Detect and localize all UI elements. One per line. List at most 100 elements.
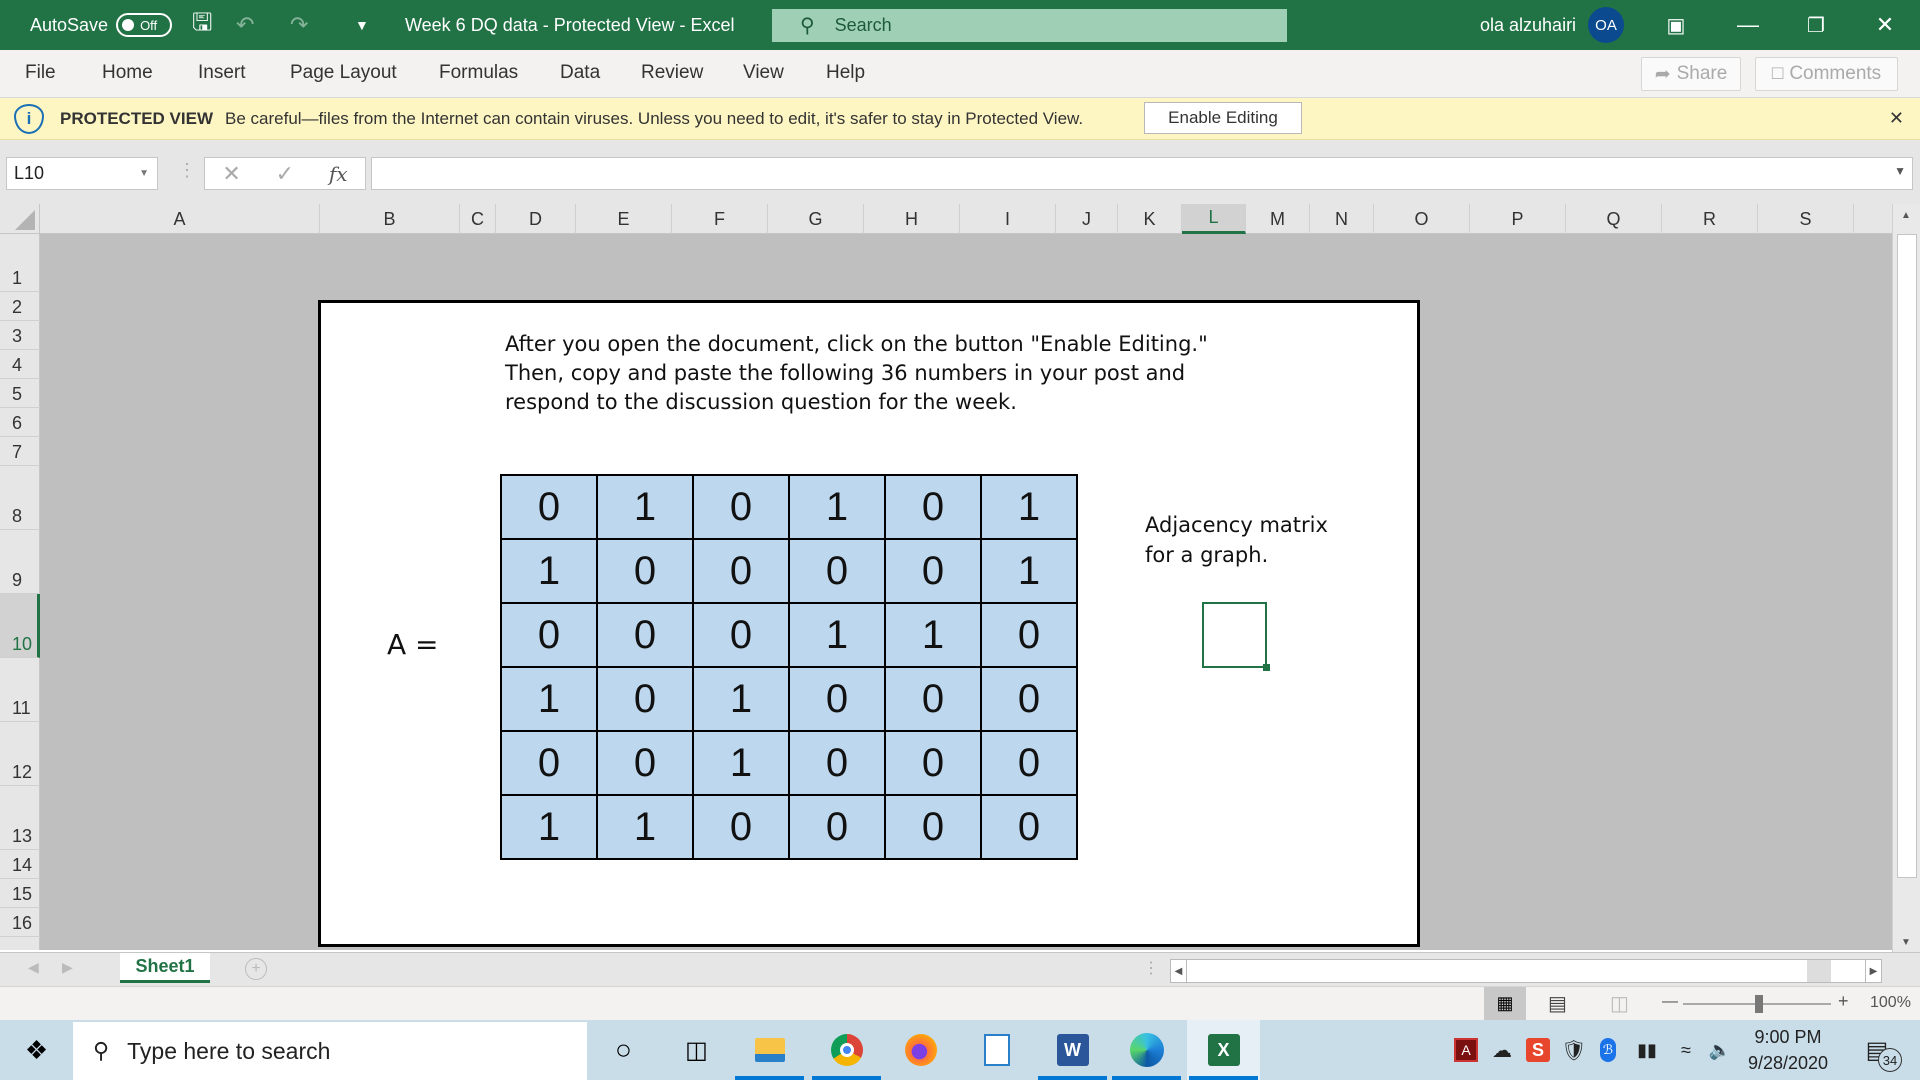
matrix-cell[interactable]: 0 <box>692 602 790 668</box>
row-header-1[interactable]: 1 <box>0 263 40 292</box>
column-header-b[interactable]: B <box>320 204 460 234</box>
edge-icon[interactable] <box>1110 1020 1183 1080</box>
matrix-cell[interactable]: 1 <box>884 602 982 668</box>
insert-function-icon[interactable]: fx <box>329 162 348 186</box>
matrix-cell[interactable]: 0 <box>980 730 1078 796</box>
matrix-cell[interactable]: 0 <box>596 666 694 732</box>
zoom-level[interactable]: 100% <box>1870 994 1911 1012</box>
taskbar-search[interactable]: ⚲ Type here to search <box>73 1022 587 1080</box>
matrix-cell[interactable]: 0 <box>692 474 790 540</box>
row-header-6[interactable]: 6 <box>0 408 40 437</box>
redo-icon[interactable]: ↷ <box>290 0 308 50</box>
column-header-m[interactable]: M <box>1246 204 1310 234</box>
column-header-h[interactable]: H <box>864 204 960 234</box>
snagit-icon[interactable]: S <box>1526 1038 1550 1062</box>
restore-icon[interactable]: ❐ <box>1786 0 1846 50</box>
tab-page-layout[interactable]: Page Layout <box>290 62 397 84</box>
column-header-s[interactable]: S <box>1758 204 1854 234</box>
column-header-g[interactable]: G <box>768 204 864 234</box>
firefox-icon[interactable] <box>884 1020 957 1080</box>
page-layout-view-icon[interactable]: ▤ <box>1548 991 1567 1016</box>
row-header-16[interactable]: 16 <box>0 908 40 937</box>
scroll-left-icon[interactable]: ◀ <box>1171 960 1187 982</box>
comments-button[interactable]: □ Comments <box>1755 57 1898 91</box>
column-header-j[interactable]: J <box>1056 204 1118 234</box>
matrix-cell[interactable]: 1 <box>596 474 694 540</box>
matrix-cell[interactable]: 0 <box>788 538 886 604</box>
tab-review[interactable]: Review <box>641 62 703 84</box>
row-header-11[interactable]: 11 <box>0 658 40 722</box>
column-header-p[interactable]: P <box>1470 204 1566 234</box>
row-header-7[interactable]: 7 <box>0 437 40 466</box>
matrix-cell[interactable]: 0 <box>692 794 790 860</box>
undo-icon[interactable]: ↶ <box>236 0 254 50</box>
enter-icon[interactable]: ✓ <box>276 161 294 187</box>
matrix-cell[interactable]: 0 <box>596 538 694 604</box>
zoom-slider[interactable] <box>1683 995 1831 1013</box>
tab-insert[interactable]: Insert <box>198 62 246 84</box>
add-sheet-icon[interactable]: + <box>245 958 267 980</box>
matrix-cell[interactable]: 0 <box>884 730 982 796</box>
zoom-out-icon[interactable]: — <box>1662 993 1678 1011</box>
matrix-cell[interactable]: 0 <box>980 602 1078 668</box>
column-header-k[interactable]: K <box>1118 204 1182 234</box>
scroll-down-icon[interactable]: ▼ <box>1901 937 1911 948</box>
matrix-cell[interactable]: 0 <box>884 666 982 732</box>
column-header-r[interactable]: R <box>1662 204 1758 234</box>
column-header-a[interactable]: A <box>40 204 320 234</box>
horizontal-scroll-track[interactable] <box>1807 960 1831 982</box>
row-header-8[interactable]: 8 <box>0 466 40 530</box>
close-bar-icon[interactable]: ✕ <box>1889 108 1904 129</box>
matrix-cell[interactable]: 1 <box>980 474 1078 540</box>
notepad-icon[interactable] <box>960 1020 1033 1080</box>
chrome-icon[interactable] <box>810 1020 883 1080</box>
column-header-q[interactable]: Q <box>1566 204 1662 234</box>
battery-icon[interactable]: ▮▮ <box>1630 1020 1664 1080</box>
sheet-tab-sheet1[interactable]: Sheet1 <box>120 953 210 983</box>
tab-formulas[interactable]: Formulas <box>439 62 518 84</box>
column-header-n[interactable]: N <box>1310 204 1374 234</box>
row-header-10[interactable]: 10 <box>0 594 40 658</box>
column-header-o[interactable]: O <box>1374 204 1470 234</box>
matrix-cell[interactable]: 0 <box>788 794 886 860</box>
row-header-12[interactable]: 12 <box>0 722 40 786</box>
row-header-15[interactable]: 15 <box>0 879 40 908</box>
horizontal-scrollbar[interactable]: ◀ ▶ <box>1170 959 1882 983</box>
share-button[interactable]: ➦ Share <box>1641 57 1741 91</box>
drag-handle-icon[interactable]: ⋮ <box>178 160 196 181</box>
row-header-2[interactable]: 2 <box>0 292 40 321</box>
vertical-scroll-thumb[interactable] <box>1897 234 1917 878</box>
column-header-f[interactable]: F <box>672 204 768 234</box>
matrix-cell[interactable]: 1 <box>788 474 886 540</box>
row-header-13[interactable]: 13 <box>0 786 40 850</box>
column-header-c[interactable]: C <box>460 204 496 234</box>
column-header-i[interactable]: I <box>960 204 1056 234</box>
matrix-cell[interactable]: 1 <box>788 602 886 668</box>
enable-editing-button[interactable]: Enable Editing <box>1144 102 1302 134</box>
column-header-e[interactable]: E <box>576 204 672 234</box>
onedrive-icon[interactable]: ☁ <box>1488 1020 1516 1080</box>
matrix-cell[interactable]: 1 <box>500 666 598 732</box>
prev-sheet-icon[interactable]: ◀ <box>28 959 39 976</box>
row-header-9[interactable]: 9 <box>0 530 40 594</box>
column-header-d[interactable]: D <box>496 204 576 234</box>
scroll-right-icon[interactable]: ▶ <box>1865 960 1881 982</box>
action-center-button[interactable]: ▤ 34 <box>1852 1020 1902 1080</box>
cortana-icon[interactable]: ○ <box>587 1020 660 1080</box>
vertical-scrollbar[interactable]: ▲ ▼ <box>1892 204 1920 954</box>
matrix-cell[interactable]: 0 <box>884 794 982 860</box>
matrix-cell[interactable]: 1 <box>692 730 790 796</box>
matrix-cell[interactable]: 0 <box>500 730 598 796</box>
chevron-down-icon[interactable]: ▼ <box>139 168 149 179</box>
user-avatar[interactable]: OA <box>1588 0 1624 50</box>
tab-file[interactable]: File <box>25 62 56 84</box>
excel-icon[interactable]: X <box>1187 1020 1260 1080</box>
matrix-cell[interactable]: 0 <box>500 474 598 540</box>
row-header-4[interactable]: 4 <box>0 350 40 379</box>
save-icon[interactable]: 🖫 <box>192 0 212 50</box>
matrix-cell[interactable]: 0 <box>980 666 1078 732</box>
matrix-cell[interactable]: 0 <box>884 474 982 540</box>
windows-security-icon[interactable]: 🛡 <box>1560 1020 1588 1080</box>
search-box[interactable]: ⚲ Search <box>772 9 1287 42</box>
matrix-cell[interactable]: 1 <box>980 538 1078 604</box>
